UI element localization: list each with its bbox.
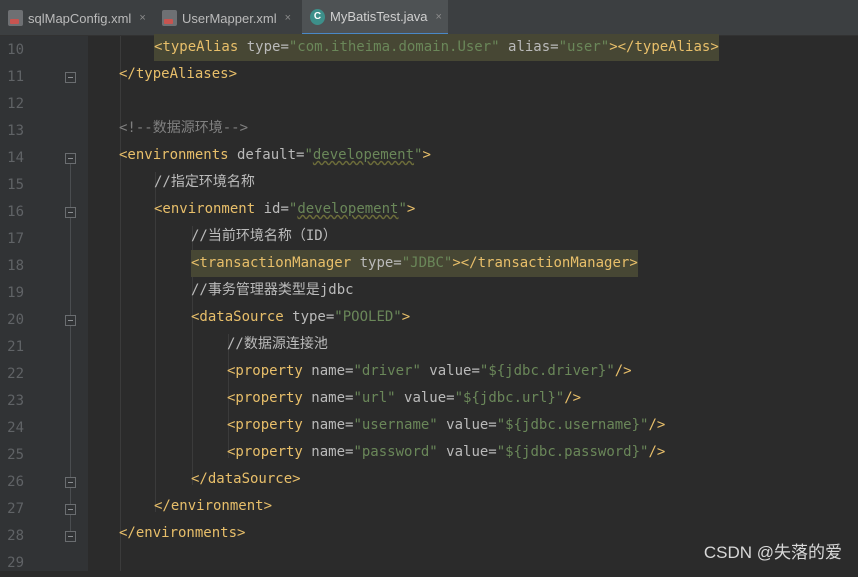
editor-gutter: 10 11 12 13 14 15 16 17 18 19 20 21 22 2… [0, 36, 88, 571]
code-line-20: <dataSource type="POOLED"> [191, 309, 411, 325]
line-number: 26 [7, 474, 24, 490]
fold-marker-icon[interactable] [65, 72, 76, 83]
line-number: 18 [7, 258, 24, 274]
fold-marker-icon[interactable] [65, 153, 76, 164]
line-number: 10 [7, 42, 24, 58]
close-icon[interactable]: × [139, 12, 145, 24]
close-icon[interactable]: × [285, 12, 291, 24]
line-number: 29 [7, 555, 24, 571]
line-number: 27 [7, 501, 24, 517]
code-line-18: <transactionManager type="JDBC"></transa… [191, 250, 638, 277]
code-editor[interactable]: <typeAlias type="com.itheima.domain.User… [88, 34, 858, 571]
code-line-25: <property name="password" value="${jdbc.… [227, 444, 666, 460]
line-number: 20 [7, 312, 24, 328]
tab-label: MyBatisTest.java [330, 9, 428, 24]
code-line-16: <environment id="developement"> [154, 201, 416, 217]
line-number: 21 [7, 339, 24, 355]
line-number: 22 [7, 366, 24, 382]
code-line-27: </environment> [154, 498, 273, 514]
fold-marker-icon[interactable] [65, 531, 76, 542]
code-line-10: <typeAlias type="com.itheima.domain.User… [154, 34, 719, 61]
line-number: 11 [7, 69, 24, 85]
code-line-13: <!--数据源环境--> [119, 120, 249, 136]
tab-usermapper-xml[interactable]: UserMapper.xml × [154, 0, 300, 36]
code-line-21: //数据源连接池 [227, 336, 328, 352]
code-line-24: <property name="username" value="${jdbc.… [227, 417, 666, 433]
tab-mybatistest-java[interactable]: C MyBatisTest.java × [302, 0, 448, 36]
indent-guide [155, 172, 156, 512]
java-class-icon: C [310, 8, 325, 25]
line-number: 13 [7, 123, 24, 139]
line-number: 25 [7, 447, 24, 463]
line-number: 19 [7, 285, 24, 301]
fold-marker-icon[interactable] [65, 315, 76, 326]
line-number: 14 [7, 150, 24, 166]
xml-file-icon [162, 10, 177, 26]
code-line-23: <property name="url" value="${jdbc.url}"… [227, 390, 582, 406]
fold-marker-icon[interactable] [65, 477, 76, 488]
xml-file-icon [8, 10, 23, 26]
line-number: 17 [7, 231, 24, 247]
code-line-17: //当前环境名称（ID） [191, 228, 337, 244]
editor-tab-bar: sqlMapConfig.xml × UserMapper.xml × C My… [0, 0, 858, 36]
line-number: 12 [7, 96, 24, 112]
fold-marker-icon[interactable] [65, 207, 76, 218]
code-line-26: </dataSource> [191, 471, 301, 487]
fold-marker-icon[interactable] [65, 504, 76, 515]
line-number: 28 [7, 528, 24, 544]
code-line-19: //事务管理器类型是jdbc [191, 282, 354, 298]
line-number: 24 [7, 420, 24, 436]
code-line-15: //指定环境名称 [154, 174, 255, 190]
code-line-28: </environments> [119, 525, 246, 541]
tab-sqlmapconfig-xml[interactable]: sqlMapConfig.xml × [0, 0, 152, 36]
tab-label: UserMapper.xml [182, 10, 277, 26]
code-line-22: <property name="driver" value="${jdbc.dr… [227, 363, 632, 379]
line-number: 15 [7, 177, 24, 193]
close-icon[interactable]: × [436, 11, 442, 23]
tab-label: sqlMapConfig.xml [28, 10, 132, 26]
watermark: CSDN @失落的爱 [703, 543, 842, 562]
line-number: 16 [7, 204, 24, 220]
line-number: 23 [7, 393, 24, 409]
code-line-14: <environments default="developement"> [119, 147, 431, 163]
code-line-11: </typeAliases> [119, 66, 238, 82]
